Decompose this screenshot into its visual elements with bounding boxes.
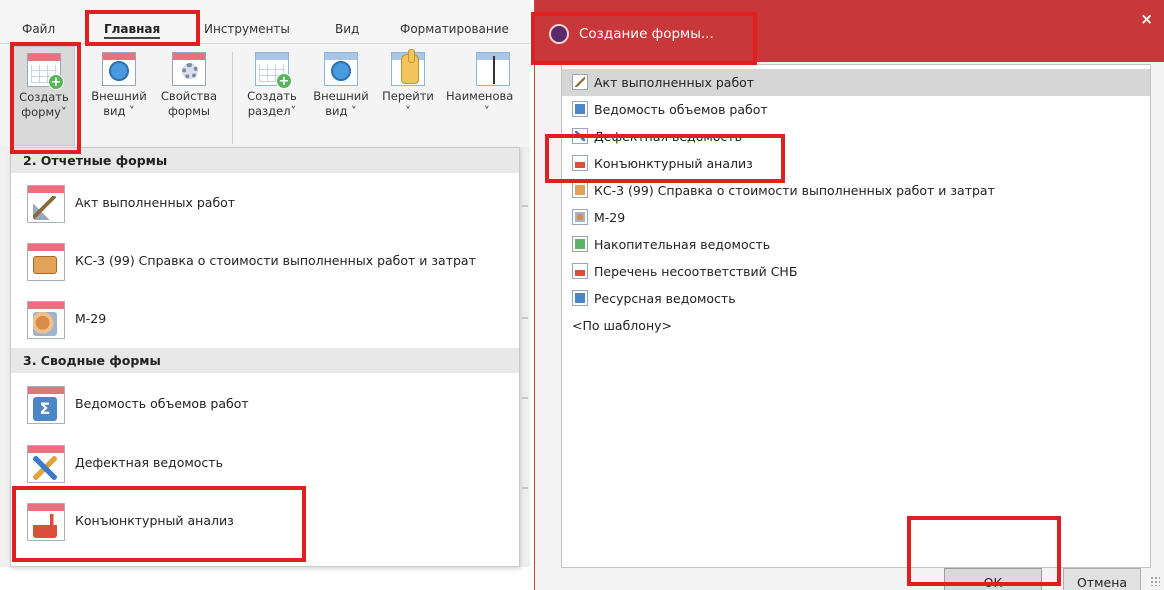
- go-to-button[interactable]: Перейти ˅: [376, 49, 440, 119]
- materials-icon: [27, 301, 65, 339]
- left-edge: [0, 147, 10, 567]
- globe-form-icon: [102, 52, 136, 86]
- list-item[interactable]: КС-3 (99) Справка о стоимости выполненны…: [572, 177, 1142, 204]
- list-item-label: <По шаблону>: [572, 318, 672, 333]
- section-appearance-label-2: вид ˅: [325, 104, 357, 118]
- list-item-label: КС-3 (99) Справка о стоимости выполненны…: [594, 183, 995, 198]
- close-icon[interactable]: ×: [1140, 10, 1153, 28]
- sum-icon: [572, 101, 588, 117]
- dropdown-item-defects[interactable]: Дефектная ведомость: [11, 435, 519, 491]
- list-item[interactable]: Дефектная ведомость: [572, 123, 1142, 150]
- list-item-label: Накопительная ведомость: [594, 237, 771, 252]
- list-item[interactable]: Ведомость объемов работ: [572, 96, 1142, 123]
- background-grid-edge: [520, 147, 530, 567]
- create-section-button[interactable]: + Создать раздел˅: [238, 50, 306, 119]
- section-globe-icon: [324, 52, 358, 86]
- tab-tools[interactable]: Инструменты: [204, 22, 290, 36]
- name-label-2: ˅: [484, 104, 490, 118]
- ribbon-separator: [232, 52, 233, 144]
- tools-icon: [572, 128, 588, 144]
- list-item-label: Дефектная ведомость: [594, 129, 742, 144]
- dropdown-item-m29[interactable]: М-29: [11, 291, 519, 347]
- new-section-icon: +: [255, 52, 292, 89]
- tab-view[interactable]: Вид: [335, 22, 359, 36]
- factory-icon: [572, 155, 588, 171]
- appearance-button[interactable]: Внешний вид ˅: [84, 50, 154, 119]
- list-item[interactable]: Перечень несоответствий СНБ: [572, 258, 1142, 285]
- wallet-icon: [27, 243, 65, 281]
- go-to-label-1: Перейти: [382, 89, 434, 103]
- list-item-template[interactable]: <По шаблону>: [572, 312, 1142, 339]
- sum-icon: Σ: [27, 386, 65, 424]
- dropdown-item-label: Дефектная ведомость: [75, 455, 223, 470]
- dialog-title: Создание формы...: [579, 26, 714, 42]
- section-appearance-label-1: Внешний: [313, 89, 369, 103]
- list-item[interactable]: Акт выполненных работ: [562, 69, 1150, 96]
- list-item[interactable]: Накопительная ведомость: [572, 231, 1142, 258]
- list-item-label: Ресурсная ведомость: [594, 291, 736, 306]
- list-item-label: Перечень несоответствий СНБ: [594, 264, 798, 279]
- dropdown-item-label: Ведомость объемов работ: [75, 396, 249, 411]
- list-item-label: Конъюнктурный анализ: [594, 156, 753, 171]
- ribbon: + Создать форму˅ Внешний вид ˅ Свойства …: [0, 44, 530, 148]
- appearance-label-2: вид ˅: [103, 104, 135, 118]
- name-button[interactable]: Наименова ˅: [442, 50, 528, 119]
- menu-bar: Файл Главная Инструменты Вид Форматирова…: [0, 0, 530, 44]
- create-form-label-2: форму˅: [21, 105, 67, 119]
- dropdown-item-label: М-29: [75, 311, 107, 326]
- wallet-icon: [572, 182, 588, 198]
- ledger-icon: [572, 236, 588, 252]
- form-properties-button[interactable]: Свойства формы: [154, 50, 224, 119]
- list-item-label: Ведомость объемов работ: [594, 102, 768, 117]
- dropdown-item-label: Конъюнктурный анализ: [75, 513, 234, 528]
- list-item[interactable]: М-29: [572, 204, 1142, 231]
- create-form-dropdown: 2. Отчетные формы Акт выполненных работ …: [10, 147, 520, 567]
- dropdown-item-volumes[interactable]: Σ Ведомость объемов работ: [11, 376, 519, 432]
- form-properties-label-2: формы: [168, 104, 210, 118]
- new-form-icon: +: [27, 53, 64, 90]
- create-form-label-1: Создать: [19, 90, 69, 104]
- shovel-icon: [27, 185, 65, 223]
- cancel-button[interactable]: Отмена: [1063, 568, 1141, 590]
- list-item[interactable]: Ресурсная ведомость: [572, 285, 1142, 312]
- create-section-label-1: Создать: [247, 89, 297, 103]
- list-item[interactable]: Конъюнктурный анализ: [572, 150, 1142, 177]
- resize-grip[interactable]: [1150, 576, 1160, 586]
- tab-home[interactable]: Главная: [104, 22, 161, 39]
- main-window: Файл Главная Инструменты Вид Форматирова…: [0, 0, 530, 590]
- gear-form-icon: [172, 52, 206, 86]
- factory-icon: [27, 503, 65, 541]
- ok-button[interactable]: ОК: [944, 568, 1042, 590]
- list-item-label: Акт выполненных работ: [594, 75, 755, 90]
- dropdown-item-label: Акт выполненных работ: [75, 195, 236, 210]
- dropdown-item-ks3[interactable]: КС-3 (99) Справка о стоимости выполненны…: [11, 233, 519, 289]
- group-header-summary-forms: 3. Сводные формы: [11, 348, 519, 373]
- section-appearance-button[interactable]: Внешний вид ˅: [306, 50, 376, 119]
- factory-icon: [572, 263, 588, 279]
- appearance-label-1: Внешний: [91, 89, 147, 103]
- group-header-report-forms: 2. Отчетные формы: [11, 148, 519, 173]
- form-type-list[interactable]: Акт выполненных работ Ведомость объемов …: [561, 64, 1151, 568]
- hand-pointer-icon: [391, 49, 425, 86]
- create-section-label-2: раздел˅: [247, 104, 297, 118]
- dropdown-item-market-analysis[interactable]: Конъюнктурный анализ: [11, 493, 519, 549]
- dropdown-item-act[interactable]: Акт выполненных работ: [11, 175, 519, 231]
- form-properties-label-1: Свойства: [160, 89, 218, 103]
- tab-format[interactable]: Форматирование: [400, 22, 509, 36]
- shovel-icon: [572, 74, 588, 90]
- go-to-label-2: ˅: [405, 104, 411, 118]
- list-item-label: М-29: [594, 210, 626, 225]
- create-form-button[interactable]: + Создать форму˅: [13, 46, 75, 146]
- dropdown-item-label: КС-3 (99) Справка о стоимости выполненны…: [75, 253, 476, 268]
- app-logo-icon: [549, 24, 569, 44]
- tab-file[interactable]: Файл: [22, 22, 55, 36]
- sum-icon: [572, 290, 588, 306]
- materials-icon: [572, 209, 588, 225]
- create-form-dialog: Создание формы... × Акт выполненных рабо…: [531, 0, 1164, 590]
- text-cursor-icon: [476, 52, 510, 86]
- name-label-1: Наименова: [446, 89, 514, 103]
- tools-icon: [27, 445, 65, 483]
- dialog-titlebar: Создание формы... ×: [535, 0, 1164, 62]
